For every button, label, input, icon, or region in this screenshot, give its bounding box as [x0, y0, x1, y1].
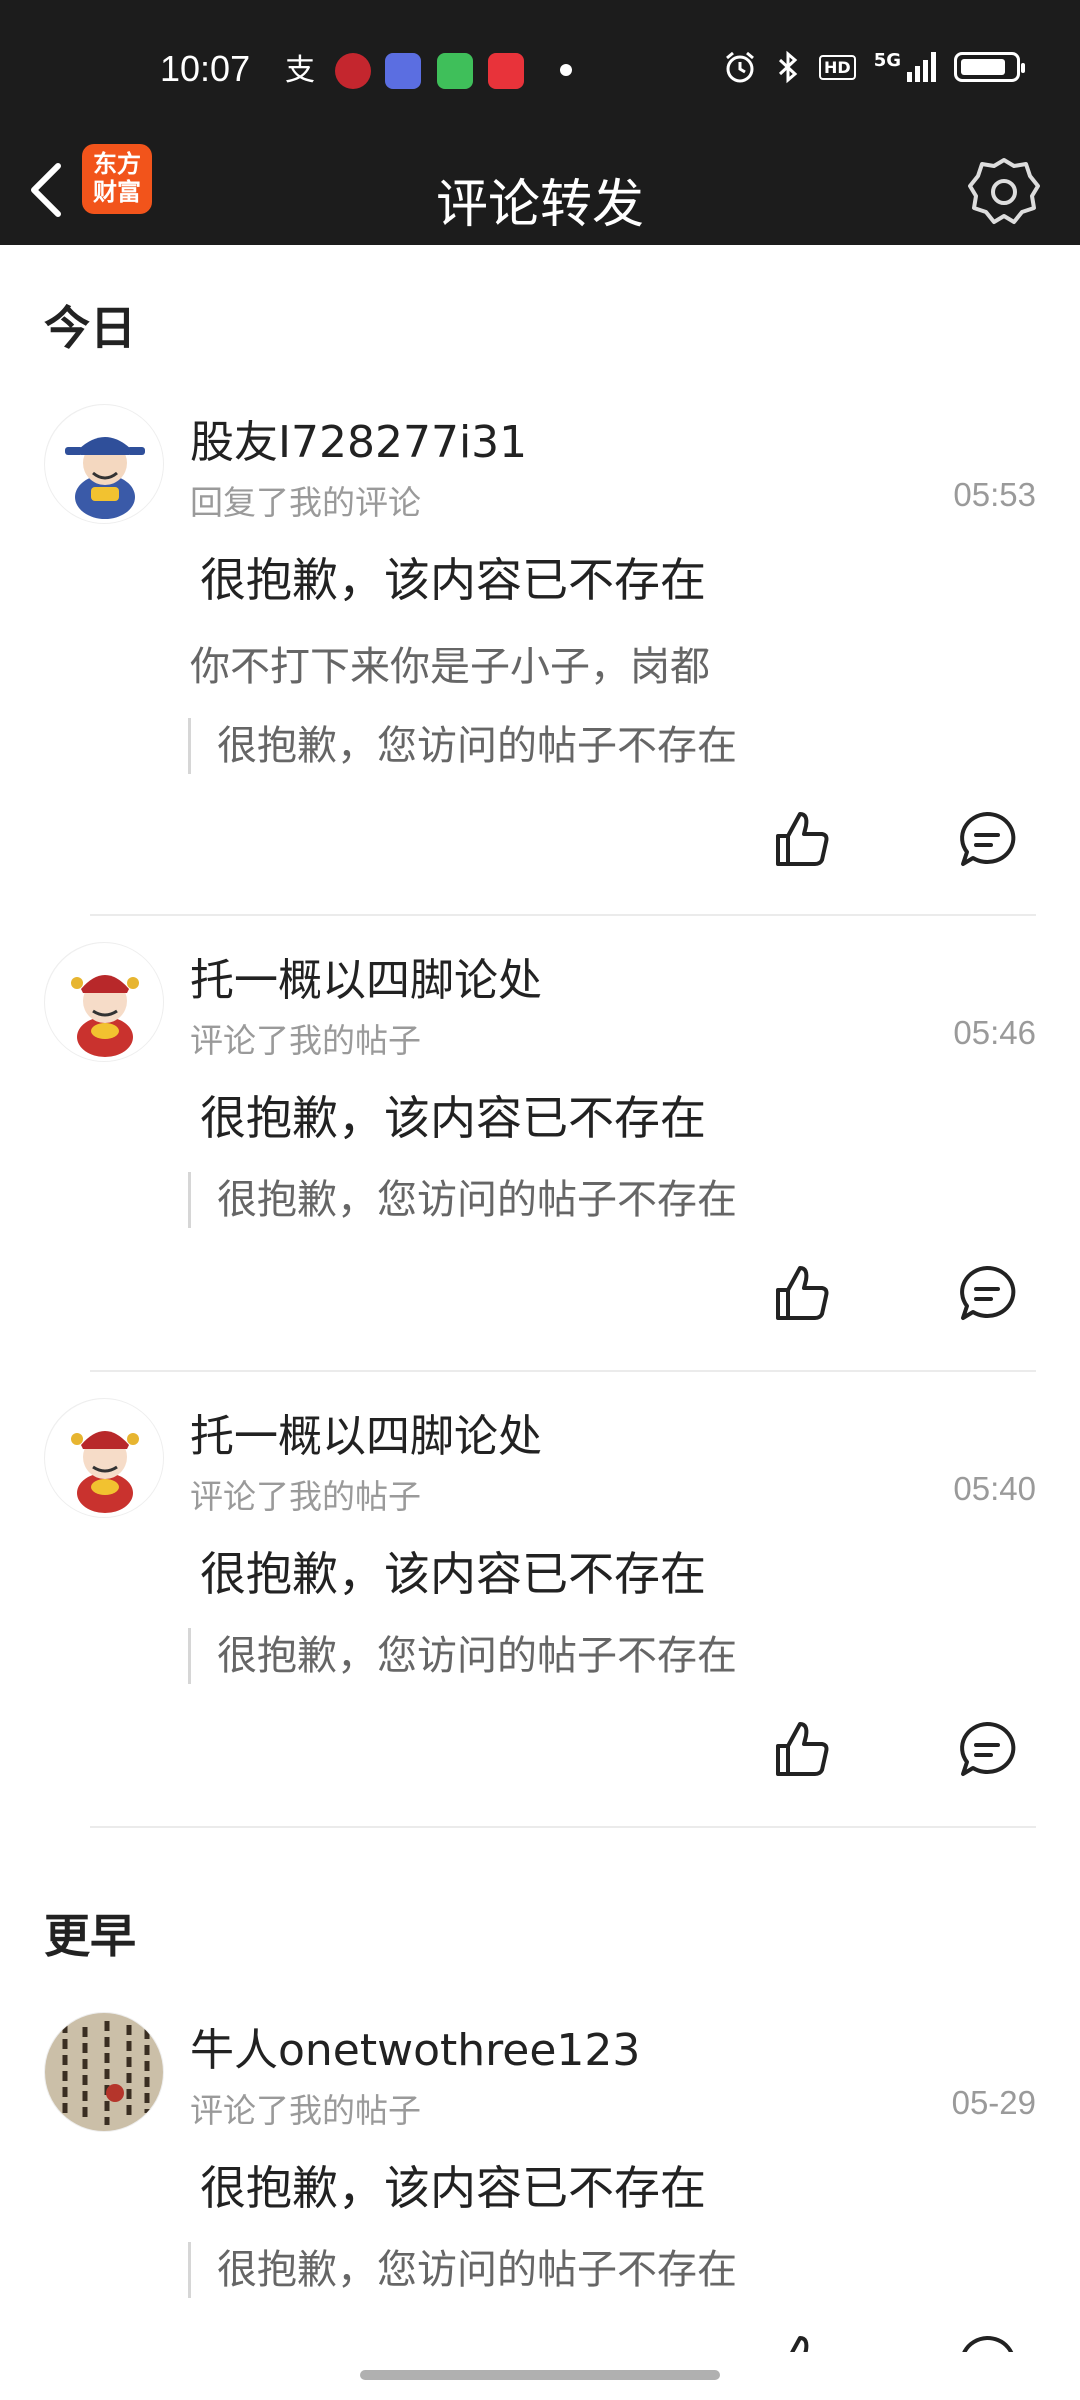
- notification-item[interactable]: 托一概以四脚论处 评论了我的帖子 05:40 很抱歉，该内容已不存在 很抱歉，您…: [0, 1398, 1080, 1828]
- news-app-icon: [488, 53, 524, 89]
- hd-badge: HD: [819, 54, 856, 80]
- avatar[interactable]: [44, 404, 164, 524]
- avatar[interactable]: [44, 1398, 164, 1518]
- comment-icon[interactable]: [955, 2332, 1019, 2352]
- username[interactable]: 托一概以四脚论处: [190, 944, 542, 1008]
- main-text[interactable]: 很抱歉，该内容已不存在: [200, 544, 706, 610]
- action-text: 评论了我的帖子: [190, 2091, 421, 2130]
- battery-level: [961, 59, 1005, 75]
- action-text: 回复了我的评论: [190, 483, 421, 522]
- action-text: 评论了我的帖子: [190, 1021, 421, 1060]
- divider: [90, 914, 1036, 916]
- alarm-icon: [726, 51, 754, 83]
- more-notifications-dot-icon: [560, 64, 572, 76]
- notification-item[interactable]: 股友I728277i31 回复了我的评论 05:53 很抱歉，该内容已不存在 你…: [0, 404, 1080, 904]
- action-text: 评论了我的帖子: [190, 1477, 421, 1516]
- notification-item[interactable]: 托一概以四脚论处 评论了我的帖子 05:46 很抱歉，该内容已不存在 很抱歉，您…: [0, 942, 1080, 1372]
- divider: [90, 1826, 1036, 1828]
- title-bar: 东方 财富 评论转发: [0, 140, 1080, 245]
- thumbs-up-icon[interactable]: [770, 1262, 834, 1326]
- bluetooth-icon: [778, 50, 798, 84]
- main-text[interactable]: 很抱歉，该内容已不存在: [200, 2152, 706, 2218]
- battery-icon: [954, 52, 1025, 82]
- thumbs-up-icon[interactable]: [770, 808, 834, 872]
- section-header-today: 今日: [44, 301, 136, 355]
- quoted-post[interactable]: 很抱歉，您访问的帖子不存在: [188, 1172, 737, 1228]
- home-indicator[interactable]: [360, 2370, 720, 2380]
- gear-icon[interactable]: [964, 152, 1044, 232]
- comment-icon[interactable]: [955, 1262, 1019, 1326]
- avatar[interactable]: [44, 2012, 164, 2132]
- quoted-post[interactable]: 很抱歉，您访问的帖子不存在: [188, 1628, 737, 1684]
- thumbs-up-icon[interactable]: [770, 2332, 834, 2352]
- quoted-post[interactable]: 很抱歉，您访问的帖子不存在: [188, 2242, 737, 2298]
- username[interactable]: 托一概以四脚论处: [190, 1400, 542, 1464]
- timestamp: 05:40: [953, 1470, 1036, 1507]
- main-text[interactable]: 很抱歉，该内容已不存在: [200, 1082, 706, 1148]
- timestamp: 05:53: [953, 476, 1036, 513]
- notification-item[interactable]: 牛人onetwothree123 评论了我的帖子 05-29 很抱歉，该内容已不…: [0, 2012, 1080, 2352]
- timestamp: 05:46: [953, 1014, 1036, 1051]
- status-time: 10:07: [160, 48, 251, 89]
- app-icon-blue: [385, 53, 421, 89]
- divider: [90, 1370, 1036, 1372]
- signal-icon: [907, 52, 936, 82]
- username[interactable]: 牛人onetwothree123: [190, 2014, 640, 2078]
- comment-icon[interactable]: [955, 808, 1019, 872]
- message-app-icon: [437, 53, 473, 89]
- quoted-post[interactable]: 很抱歉，您访问的帖子不存在: [188, 718, 737, 774]
- thumbs-up-icon[interactable]: [770, 1718, 834, 1782]
- network-type: 5G: [873, 50, 901, 71]
- main-text[interactable]: 很抱歉，该内容已不存在: [200, 1538, 706, 1604]
- username[interactable]: 股友I728277i31: [190, 406, 527, 470]
- reply-text[interactable]: 你不打下来你是子小子，岗都: [190, 634, 710, 692]
- alipay-icon: 支: [285, 53, 315, 88]
- page-title: 评论转发: [435, 175, 644, 235]
- status-indicators: HD 5G: [723, 50, 1025, 84]
- app-icon-red: [335, 53, 371, 89]
- avatar[interactable]: [44, 942, 164, 1062]
- timestamp: 05-29: [951, 2084, 1036, 2121]
- comment-icon[interactable]: [955, 1718, 1019, 1782]
- status-bar: 10:07 支 HD 5G: [0, 0, 1080, 140]
- section-header-earlier: 更早: [44, 1909, 136, 1963]
